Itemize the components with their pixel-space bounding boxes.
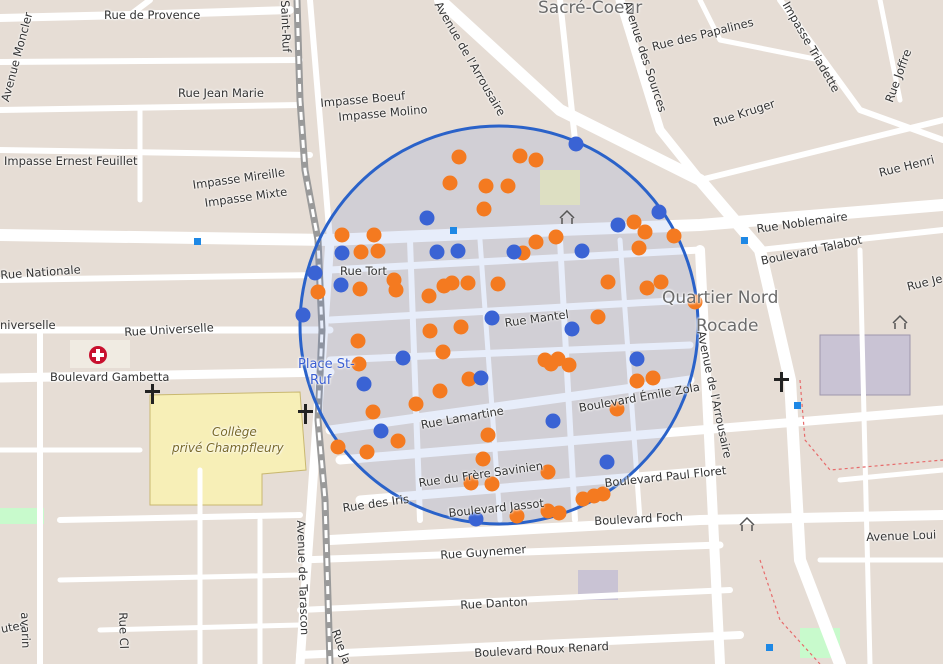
blue-marker[interactable]	[373, 423, 389, 439]
orange-marker[interactable]	[334, 227, 350, 243]
blue-marker[interactable]	[429, 244, 445, 260]
blue-marker[interactable]	[545, 413, 561, 429]
orange-marker[interactable]	[631, 240, 647, 256]
road-segment	[0, 57, 303, 65]
orange-marker[interactable]	[350, 333, 366, 349]
orange-marker[interactable]	[366, 227, 382, 243]
blue-marker[interactable]	[599, 454, 615, 470]
orange-marker[interactable]	[453, 319, 469, 335]
orange-marker[interactable]	[359, 444, 375, 460]
street-label-saint-ruf: Saint-Ruf	[278, 0, 294, 53]
orange-marker[interactable]	[548, 229, 564, 245]
street-label-rue-tort: Rue Tort	[340, 264, 387, 278]
orange-marker[interactable]	[561, 357, 577, 373]
blue-marker[interactable]	[334, 245, 350, 261]
street-label-universelle-left: niverselle	[0, 318, 56, 332]
orange-marker[interactable]	[444, 275, 460, 291]
blue-marker[interactable]	[295, 307, 311, 323]
street-label-place-st: Place St-	[298, 357, 355, 372]
blue-marker[interactable]	[484, 310, 500, 326]
orange-marker[interactable]	[422, 323, 438, 339]
orange-marker[interactable]	[390, 433, 406, 449]
blue-marker[interactable]	[574, 243, 590, 259]
orange-marker[interactable]	[478, 178, 494, 194]
street-label-avarin: avarin	[18, 611, 34, 649]
orange-marker[interactable]	[442, 175, 458, 191]
blue-marker[interactable]	[419, 210, 435, 226]
street-label-rue-cl: Rue Cl	[116, 611, 132, 650]
blue-marker[interactable]	[356, 376, 372, 392]
orange-marker[interactable]	[435, 344, 451, 360]
orange-marker[interactable]	[476, 201, 492, 217]
blue-marker[interactable]	[450, 243, 466, 259]
orange-marker[interactable]	[475, 451, 491, 467]
street-label-rue-jean-marie: Rue Jean Marie	[178, 86, 264, 100]
blue-marker[interactable]	[395, 350, 411, 366]
street-label-college: Collège	[212, 425, 257, 439]
orange-marker[interactable]	[639, 280, 655, 296]
hospital-icon	[89, 346, 107, 364]
orange-marker[interactable]	[666, 228, 682, 244]
street-label-boulevard-gambetta: Boulevard Gambetta	[50, 370, 170, 384]
street-label-avenue-louis: Avenue Loui	[865, 527, 937, 544]
orange-marker[interactable]	[512, 148, 528, 164]
orange-marker[interactable]	[370, 243, 386, 259]
blue-marker[interactable]	[307, 265, 323, 281]
blue-marker[interactable]	[333, 277, 349, 293]
orange-marker[interactable]	[528, 234, 544, 250]
blue-marker[interactable]	[568, 136, 584, 152]
street-label-avenue-de-tarascon: Avenue de Tarascon	[294, 519, 313, 636]
orange-marker[interactable]	[353, 244, 369, 260]
orange-marker[interactable]	[590, 309, 606, 325]
orange-marker[interactable]	[528, 152, 544, 168]
orange-marker[interactable]	[500, 178, 516, 194]
blue-marker[interactable]	[651, 204, 667, 220]
orange-marker[interactable]	[460, 275, 476, 291]
orange-marker[interactable]	[408, 396, 424, 412]
orange-marker[interactable]	[330, 439, 346, 455]
orange-marker[interactable]	[645, 370, 661, 386]
orange-marker[interactable]	[637, 224, 653, 240]
orange-marker[interactable]	[629, 373, 645, 389]
orange-marker[interactable]	[432, 383, 448, 399]
blue-marker[interactable]	[629, 351, 645, 367]
blue-marker[interactable]	[506, 244, 522, 260]
orange-marker[interactable]	[600, 274, 616, 290]
street-label-quartier-nord: Quartier Nord	[662, 288, 779, 308]
blue-marker[interactable]	[564, 321, 580, 337]
orange-marker[interactable]	[365, 404, 381, 420]
blue-marker[interactable]	[610, 217, 626, 233]
map-view[interactable]: Rue de Provence Sacré-Coeur Saint-Ruf Avenu…	[0, 0, 943, 664]
street-label-ruf: Ruf	[310, 373, 332, 388]
orange-marker[interactable]	[451, 149, 467, 165]
street-label-impasse-ernest-feuillet: Impasse Ernest Feuillet	[4, 154, 138, 168]
orange-marker[interactable]	[352, 281, 368, 297]
orange-marker[interactable]	[310, 284, 326, 300]
orange-marker[interactable]	[543, 356, 559, 372]
street-label-college-name: privé Champfleury	[172, 441, 284, 455]
orange-marker[interactable]	[480, 427, 496, 443]
street-label-rue-de-provence: Rue de Provence	[104, 8, 201, 22]
orange-marker[interactable]	[551, 505, 567, 521]
orange-marker[interactable]	[490, 276, 506, 292]
blue-marker[interactable]	[473, 370, 489, 386]
orange-marker[interactable]	[388, 282, 404, 298]
orange-marker[interactable]	[421, 288, 437, 304]
